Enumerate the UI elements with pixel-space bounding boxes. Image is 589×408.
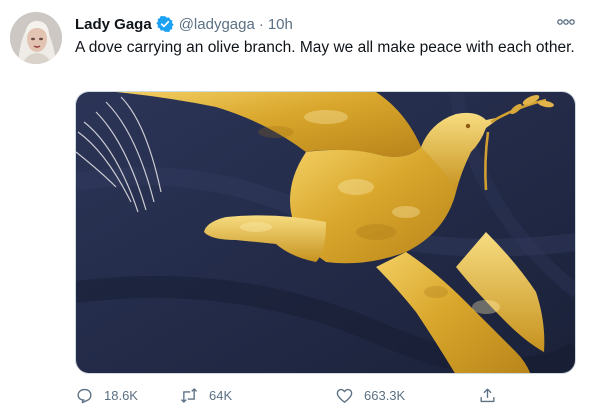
header-separator: · [258, 15, 264, 33]
author-handle[interactable]: @ladygaga [179, 16, 255, 33]
retweet-button[interactable]: 64K [179, 384, 232, 406]
verified-badge-icon [156, 15, 174, 33]
retweet-count: 64K [209, 387, 233, 403]
retweet-icon [181, 387, 197, 403]
reply-count: 18.6K [104, 387, 138, 403]
tweet[interactable]: Lady Gaga @ladygaga · 10h A dove carryin… [0, 0, 589, 408]
dove-brooch-photo [76, 92, 575, 373]
avatar[interactable] [10, 12, 62, 64]
tweet-timestamp[interactable]: 10h [268, 16, 293, 33]
tweet-header: Lady Gaga @ladygaga · 10h [75, 13, 293, 35]
tweet-media-photo[interactable] [75, 91, 576, 374]
share-icon [480, 387, 495, 402]
reply-icon [77, 388, 92, 403]
tweet-action-bar: 18.6K 64K 663.3K [75, 384, 575, 406]
more-icon [557, 19, 575, 25]
like-button[interactable]: 663.3K [335, 384, 405, 406]
like-count: 663.3K [364, 387, 406, 403]
share-button[interactable] [478, 384, 497, 406]
tweet-text: A dove carrying an olive branch. May we … [75, 39, 575, 56]
avatar-image [10, 12, 62, 64]
reply-button[interactable]: 18.6K [75, 384, 138, 406]
heart-icon [336, 388, 353, 403]
more-options-button[interactable] [556, 14, 576, 30]
author-display-name[interactable]: Lady Gaga [75, 16, 152, 33]
